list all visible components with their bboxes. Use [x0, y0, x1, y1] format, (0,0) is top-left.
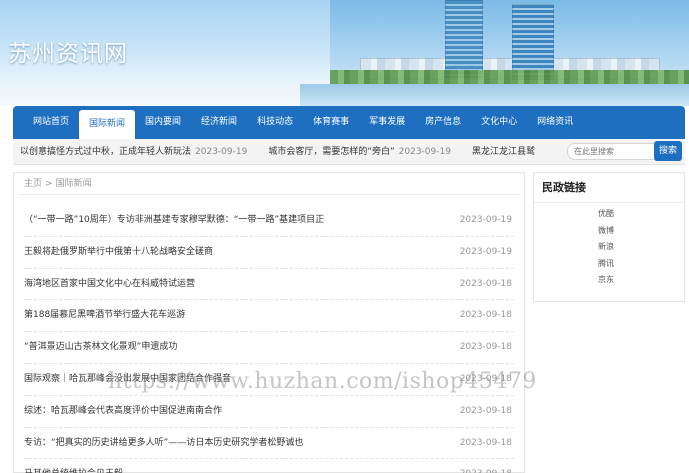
search-input[interactable] [567, 143, 665, 160]
sidebar-link[interactable]: 腾讯 [534, 256, 684, 273]
news-row: 海湾地区首家中国文化中心在科威特试运营 2023-09-18 [24, 269, 514, 301]
news-title-link[interactable]: “普洱景迈山古茶林文化景观”申遗成功 [24, 332, 177, 363]
main-nav: 网站首页 国际新闻 国内要闻 经济新闻 科技动态 体育赛事 军事发展 房产信息 文化中心 网络资讯 [13, 106, 685, 139]
news-row: 第188届慕尼黑啤酒节举行盛大花车巡游 2023-09-18 [24, 300, 514, 333]
news-ticker-bar: 以创意搞怪方式过中秋，正成年轻人新玩法 2023-09-19 城市会客厅，需要怎样的… [13, 139, 685, 165]
news-title-link[interactable]: 专访：“把真实的历史讲给更多人听”——访日本历史研究学者松野诚也 [24, 428, 303, 459]
nav-item[interactable]: 体育赛事 [303, 106, 359, 139]
nav-item[interactable]: 经济新闻 [191, 106, 247, 139]
banner-trees [330, 70, 689, 84]
breadcrumb-home-link[interactable]: 主页 [24, 179, 42, 189]
news-list: （“一带一路”10周年）专访非洲基建专家穆罕默德：“一带一路”基建项目正 2023… [14, 205, 524, 473]
news-title-link[interactable]: （“一带一路”10周年）专访非洲基建专家穆罕默德：“一带一路”基建项目正 [24, 205, 324, 236]
news-title-link[interactable]: 王毅将赴俄罗斯举行中俄第十八轮战略安全磋商 [24, 237, 213, 268]
news-row: “普洱景迈山古茶林文化景观”申遗成功 2023-09-18 [24, 332, 514, 364]
news-date: 2023-09-18 [459, 437, 512, 448]
banner-tower-right [512, 4, 554, 80]
sidebar-link[interactable]: 京东 [534, 272, 684, 289]
breadcrumb: 主页 > 国际新闻 [18, 173, 520, 195]
nav-item[interactable]: 国内要闻 [135, 106, 191, 139]
news-row: 综述：哈瓦那峰会代表高度评价中国促进南南合作 2023-09-18 [24, 396, 514, 428]
news-date: 2023-09-18 [460, 459, 514, 473]
ticker-item-date: 2023-09-19 [398, 147, 451, 157]
news-row: 马耳他总统维拉会见王毅 2023-09-18 [24, 459, 514, 473]
nav-item[interactable]: 网站首页 [23, 106, 79, 139]
ticker-item-title: 城市会客厅，需要怎样的“旁白” [268, 147, 395, 157]
news-date: 2023-09-19 [459, 246, 512, 257]
nav-item[interactable]: 科技动态 [247, 106, 303, 139]
nav-item[interactable]: 国际新闻 [79, 110, 136, 139]
news-row: 专访：“把真实的历史讲给更多人听”——访日本历史研究学者松野诚也 2023-09-… [24, 428, 514, 460]
ticker-item[interactable]: 黑龙江龙江县鹫 [465, 139, 547, 165]
news-ticker: 以创意搞怪方式过中秋，正成年轻人新玩法 2023-09-19 城市会客厅，需要怎样的… [13, 139, 547, 165]
breadcrumb-separator: > [45, 179, 53, 189]
sidebar-link[interactable]: 优酷 [534, 206, 684, 223]
news-title-link[interactable]: 海湾地区首家中国文化中心在科威特试运营 [24, 269, 195, 300]
news-date: 2023-09-18 [459, 310, 512, 321]
ticker-item-date: 2023-09-19 [195, 147, 248, 157]
breadcrumb-current[interactable]: 国际新闻 [56, 179, 92, 189]
ticker-item[interactable]: 以创意搞怪方式过中秋，正成年轻人新玩法 2023-09-19 [13, 139, 261, 165]
header-banner: 苏州资讯网 [0, 0, 689, 106]
banner-water [300, 84, 689, 106]
site-logo-title[interactable]: 苏州资讯网 [8, 34, 128, 68]
sidebar-link[interactable]: 微博 [534, 223, 684, 240]
sidebar-title: 民政链接 [534, 173, 684, 203]
sidebar-links-panel: 民政链接 优酷 微博 新浪 腾讯 京东 [533, 172, 685, 302]
sidebar-link-list: 优酷 微博 新浪 腾讯 京东 [534, 203, 684, 289]
nav-item[interactable]: 网络资讯 [527, 106, 583, 139]
news-title-link[interactable]: 综述：哈瓦那峰会代表高度评价中国促进南南合作 [24, 396, 222, 427]
news-date: 2023-09-19 [459, 215, 512, 225]
news-row: （“一带一路”10周年）专访非洲基建专家穆罕默德：“一带一路”基建项目正 2023… [24, 205, 514, 237]
search-button[interactable]: 搜索 [654, 141, 682, 161]
news-list-panel: 主页 > 国际新闻 （“一带一路”10周年）专访非洲基建专家穆罕默德：“一带一路”基… [13, 172, 525, 473]
news-row: 王毅将赴俄罗斯举行中俄第十八轮战略安全磋商 2023-09-19 [24, 237, 514, 269]
news-date: 2023-09-18 [459, 342, 512, 353]
news-title-link[interactable]: 第188届慕尼黑啤酒节举行盛大花车巡游 [24, 300, 185, 331]
nav-item[interactable]: 军事发展 [359, 106, 415, 139]
ticker-item-title: 黑龙江龙江县鹫 [471, 147, 535, 157]
news-title-link[interactable]: 马耳他总统维拉会见王毅 [24, 459, 123, 473]
sidebar-link[interactable]: 新浪 [534, 239, 684, 256]
watermark-text: https://www.huzhan.com/ishop45479 [108, 369, 537, 394]
ticker-item-title: 以创意搞怪方式过中秋，正成年轻人新玩法 [20, 147, 192, 157]
nav-item[interactable]: 房产信息 [415, 106, 471, 139]
news-date: 2023-09-18 [459, 405, 512, 416]
ticker-item[interactable]: 城市会客厅，需要怎样的“旁白” 2023-09-19 [261, 139, 465, 165]
nav-item[interactable]: 文化中心 [471, 106, 527, 139]
banner-tower-left [445, 0, 483, 78]
news-date: 2023-09-18 [459, 278, 512, 289]
